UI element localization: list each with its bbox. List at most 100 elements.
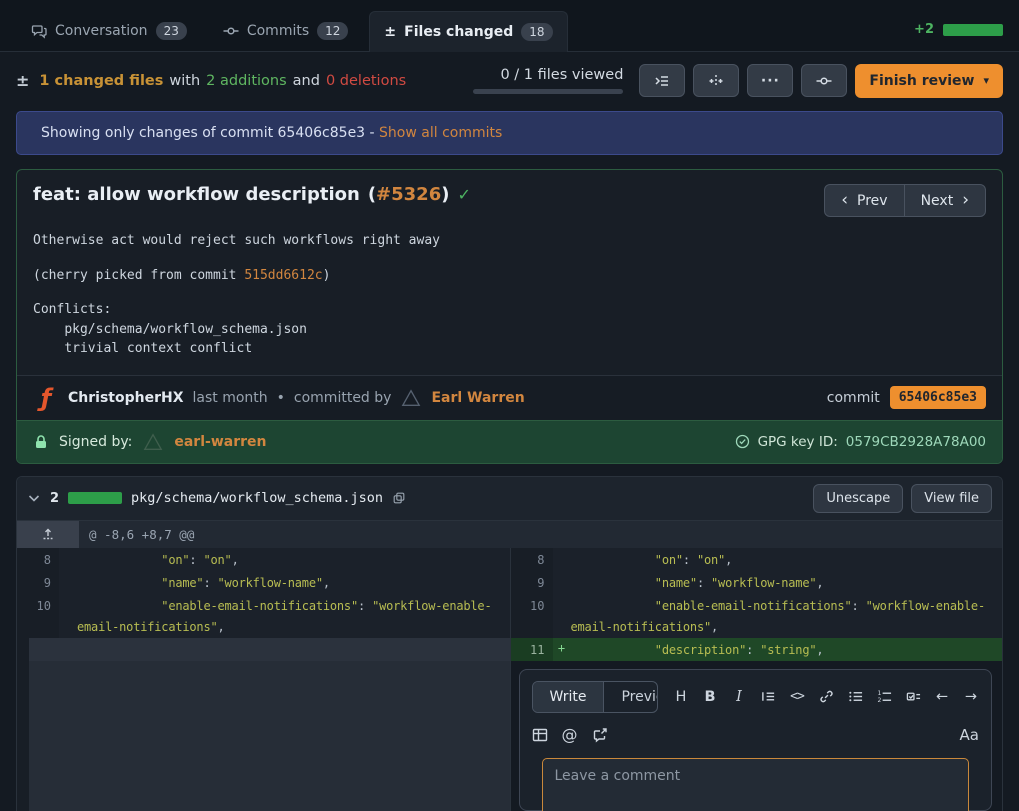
commit-sha-badge[interactable]: 65406c85e3 xyxy=(890,386,986,409)
font-size-icon[interactable]: Aa xyxy=(960,726,979,744)
commit-message-conflicts: Conflicts: pkg/schema/workflow_schema.js… xyxy=(33,300,986,359)
tab-files-changed[interactable]: ± Files changed 18 xyxy=(369,11,567,52)
commit-label: commit xyxy=(827,390,880,406)
committer-name[interactable]: Earl Warren xyxy=(431,390,524,406)
line-number-old[interactable]: 10 xyxy=(17,594,59,638)
signed-info: Signed by: earl-warren xyxy=(33,431,266,453)
italic-icon[interactable]: I xyxy=(731,688,747,706)
line-number-new[interactable]: 8 xyxy=(511,548,553,571)
paren-open: ( xyxy=(368,184,376,205)
split-view-icon xyxy=(708,73,724,89)
more-options-button[interactable]: ··· xyxy=(747,64,793,97)
cherry-suffix: ) xyxy=(323,268,331,283)
commit-message-line: Otherwise act would reject such workflow… xyxy=(33,231,986,251)
conversation-icon xyxy=(31,23,47,39)
dot-separator: • xyxy=(277,390,285,406)
commit-header: feat: allow workflow description (#5326)… xyxy=(17,170,1002,223)
write-preview-tabs: Write Preview xyxy=(532,681,659,713)
author-avatar[interactable]: ƒ xyxy=(33,385,59,411)
bullet-list-icon[interactable] xyxy=(847,688,863,706)
next-label: Next xyxy=(921,193,954,209)
prev-commit-button[interactable]: ‹ Prev xyxy=(824,184,904,217)
copy-path-icon[interactable] xyxy=(392,491,406,505)
tab-files-changed-count: 18 xyxy=(521,23,552,41)
numbered-list-icon[interactable]: 1 2 xyxy=(876,688,892,706)
link-icon[interactable] xyxy=(818,688,834,706)
diff-right-cell: 10 "enable-email-notifications": "workfl… xyxy=(510,594,1003,638)
signer-name-link[interactable]: earl-warren xyxy=(174,434,266,450)
line-number-new[interactable]: 11 xyxy=(511,638,553,661)
line-number-new[interactable]: 10 xyxy=(511,594,553,638)
editor-toolbar-row2: @ Aa xyxy=(532,726,980,744)
quote-icon[interactable] xyxy=(760,688,776,706)
summary-and: and xyxy=(293,73,320,89)
commit-message: Otherwise act would reject such workflow… xyxy=(17,223,1002,375)
files-viewed-progress xyxy=(473,89,623,94)
verified-icon xyxy=(735,434,750,449)
expand-hunk-button[interactable] xyxy=(17,521,79,548)
collapse-chevron-icon[interactable] xyxy=(27,491,41,505)
undo-icon[interactable]: ← xyxy=(934,688,950,706)
reference-icon[interactable] xyxy=(592,726,608,744)
pr-ref-link[interactable]: #5326 xyxy=(376,184,441,205)
whitespace-options-button[interactable] xyxy=(639,64,685,97)
author-info: ƒ ChristopherHX last month • committed b… xyxy=(33,385,525,411)
unescape-button[interactable]: Unescape xyxy=(813,484,903,513)
code-icon[interactable]: <> xyxy=(789,688,805,706)
tab-files-changed-label: Files changed xyxy=(404,24,513,40)
commit-title: feat: allow workflow description (#5326)… xyxy=(33,184,471,205)
preview-tab[interactable]: Preview xyxy=(604,682,658,712)
tab-commits[interactable]: Commits 12 xyxy=(208,10,364,51)
added-sign: + xyxy=(553,638,571,661)
mention-icon[interactable]: @ xyxy=(562,726,578,744)
next-commit-button[interactable]: Next › xyxy=(904,184,986,217)
cherry-commit-link[interactable]: 515dd6612c xyxy=(244,268,322,283)
split-view-button[interactable] xyxy=(693,64,739,97)
signer-avatar[interactable] xyxy=(142,431,164,453)
write-tab[interactable]: Write xyxy=(533,682,605,712)
check-icon: ✓ xyxy=(457,185,470,204)
line-sign xyxy=(553,594,571,638)
heading-icon[interactable]: H xyxy=(673,688,689,706)
view-file-button[interactable]: View file xyxy=(911,484,992,513)
code-line: "on": "on", xyxy=(571,548,1003,571)
prev-label: Prev xyxy=(857,193,888,209)
diff-row: 8 "on": "on", 8 "on": "on", xyxy=(17,548,1002,571)
gpg-key-value: 0579CB2928A78A00 xyxy=(846,434,986,450)
paren-close: ) xyxy=(441,184,449,205)
line-number-old[interactable]: 9 xyxy=(17,571,59,594)
tab-conversation[interactable]: Conversation 23 xyxy=(16,10,202,51)
finish-review-label: Finish review xyxy=(869,73,974,89)
hunk-text: @ -8,6 +8,7 @@ xyxy=(79,521,194,548)
diff-row-added: 11 + "description": "string", xyxy=(17,638,1002,661)
committer-avatar[interactable] xyxy=(400,387,422,409)
diff-plusminus-icon: ± xyxy=(384,24,396,40)
format-icons: H B I <> xyxy=(673,688,979,706)
comment-textarea[interactable] xyxy=(542,758,970,811)
redo-icon[interactable]: → xyxy=(963,688,979,706)
diffstat-bar xyxy=(943,24,1003,36)
file-additions-count: 2 xyxy=(50,491,59,506)
commit-nav: ‹ Prev Next › xyxy=(824,184,986,217)
task-list-icon[interactable] xyxy=(905,688,921,706)
commit-message-cherry: (cherry picked from commit 515dd6612c) xyxy=(33,266,986,286)
show-all-commits-link[interactable]: Show all commits xyxy=(379,125,502,141)
files-viewed: 0 / 1 files viewed xyxy=(473,67,623,94)
cherry-prefix: (cherry picked from commit xyxy=(33,268,244,283)
line-number-old[interactable]: 8 xyxy=(17,548,59,571)
author-name[interactable]: ChristopherHX xyxy=(68,390,184,406)
diff-plusminus-icon: ± xyxy=(16,71,29,90)
gpg-key-label: GPG key ID: xyxy=(758,434,838,450)
bold-icon[interactable]: B xyxy=(702,688,718,706)
diff-left-cell: 8 "on": "on", xyxy=(17,548,510,571)
diff-left-cell: 9 "name": "workflow-name", xyxy=(17,571,510,594)
finish-review-button[interactable]: Finish review ▾ xyxy=(855,64,1003,98)
file-name[interactable]: pkg/schema/workflow_schema.json xyxy=(131,490,383,506)
expand-up-icon xyxy=(41,527,55,541)
table-icon[interactable] xyxy=(532,726,548,744)
select-commit-button[interactable] xyxy=(801,64,847,97)
lock-icon xyxy=(33,434,49,450)
line-number-new[interactable]: 9 xyxy=(511,571,553,594)
line-sign xyxy=(553,548,571,571)
tab-commits-label: Commits xyxy=(247,23,309,39)
